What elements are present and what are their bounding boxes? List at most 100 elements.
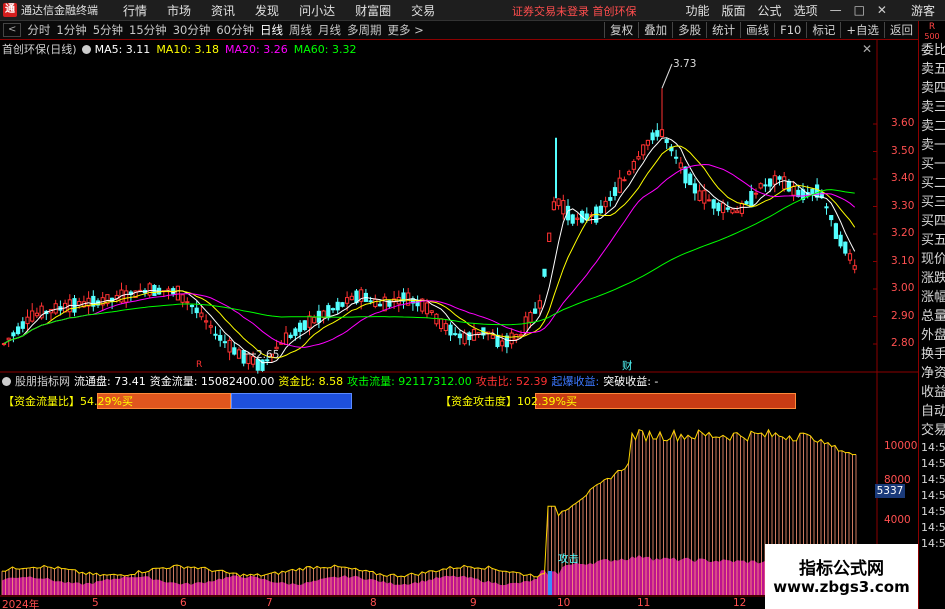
candle-body xyxy=(561,200,566,215)
candle-body xyxy=(312,316,317,324)
kline-chart[interactable] xyxy=(0,0,918,609)
candle-body xyxy=(777,176,782,180)
candle-body xyxy=(222,341,228,344)
candle-body xyxy=(833,223,838,240)
price-axis-label-4: 3.20 xyxy=(891,227,915,239)
candle-body xyxy=(716,202,721,212)
date-label-1: 5 xyxy=(92,597,99,609)
quote-sidebar: R 500 委比 卖五 卖四 卖三 卖二 卖一 买一 买二 买三 买四 买五 现价 涨跌 涨幅 总量 外盘 换手… xyxy=(918,21,945,609)
sidebar-item-1[interactable]: 卖五 xyxy=(919,60,945,79)
candle-body xyxy=(786,180,791,192)
sidebar-item-11[interactable]: 现价 xyxy=(919,250,945,269)
candle-body xyxy=(462,332,467,345)
sidebar-item-15[interactable]: 外盘 xyxy=(919,326,945,345)
candle-body xyxy=(843,241,848,254)
volume-axis-label-0: 10000 xyxy=(884,440,918,452)
watermark-title: 指标公式网 xyxy=(799,559,884,579)
sidebar-item-20[interactable]: 交易 xyxy=(919,421,945,440)
sidebar-item-8[interactable]: 买三 xyxy=(919,193,945,212)
candle-body xyxy=(735,210,740,214)
marker-r: R xyxy=(196,360,203,370)
candle-body xyxy=(838,234,843,247)
candle-body xyxy=(251,356,256,365)
sidebar-item-12[interactable]: 涨跌 xyxy=(919,269,945,288)
candle-body xyxy=(345,297,350,304)
sidebar-item-6[interactable]: 买一 xyxy=(919,155,945,174)
candle-body xyxy=(354,290,359,304)
sidebar-item-17[interactable]: 净资 xyxy=(919,364,945,383)
price-axis-label-2: 3.40 xyxy=(891,172,915,184)
candle-body xyxy=(697,190,702,201)
candle-body xyxy=(791,185,796,196)
sidebar-time-1: 14:56 xyxy=(921,457,945,470)
candle-body xyxy=(782,176,787,190)
attack-marker: 攻击 xyxy=(558,553,579,565)
candle-body xyxy=(768,178,773,187)
candle-body xyxy=(1,343,7,346)
candle-body xyxy=(847,253,853,261)
candle-body xyxy=(650,132,655,141)
sidebar-item-14[interactable]: 总量 xyxy=(919,307,945,326)
ma60-line xyxy=(3,189,855,344)
indicator-legend: 股朋指标网 流通盘: 73.41 资金流量: 15082400.00 资金比: … xyxy=(2,374,662,388)
watermark-url: www.zbgs3.com xyxy=(773,578,910,596)
sidebar-item-9[interactable]: 买四 xyxy=(919,212,945,231)
candle-body xyxy=(368,300,373,303)
sidebar-item-0[interactable]: 委比 xyxy=(919,41,945,60)
date-label-3: 7 xyxy=(266,597,273,609)
candle-body xyxy=(556,198,561,207)
sidebar-time-0: 14:56 xyxy=(921,441,945,454)
candle-body xyxy=(6,337,11,341)
candle-body xyxy=(298,322,303,332)
sidebar-item-16[interactable]: 换手 xyxy=(919,345,945,364)
sidebar-item-13[interactable]: 涨幅 xyxy=(919,288,945,307)
candle-body xyxy=(739,202,744,214)
sidebar-item-10[interactable]: 买五 xyxy=(919,231,945,250)
candle-body xyxy=(674,156,679,159)
sidebar-time-4: 14:56 xyxy=(921,505,945,518)
candle-body xyxy=(124,290,129,303)
candle-body xyxy=(189,304,195,308)
sidebar-r-label: R xyxy=(928,22,936,32)
candle-body xyxy=(570,214,575,224)
candle-body xyxy=(439,318,444,330)
indicator-settings-icon[interactable] xyxy=(2,376,11,386)
candle-body xyxy=(34,312,39,317)
sidebar-items: 委比 卖五 卖四 卖三 卖二 卖一 买一 买二 买三 买四 买五 现价 涨跌 涨幅 总量 外盘 换手 净资 收益 自动… xyxy=(919,41,945,440)
candle-body xyxy=(815,184,820,198)
candle-body xyxy=(711,199,716,209)
price-axis-label-6: 3.00 xyxy=(891,282,915,294)
candle-body xyxy=(603,200,608,208)
candle-body xyxy=(655,130,660,137)
candle-body xyxy=(641,144,646,156)
candle-body xyxy=(721,202,726,214)
date-label-5: 9 xyxy=(470,597,477,609)
watermark: 指标公式网 www.zbgs3.com xyxy=(765,544,918,609)
indicator-name[interactable]: 股朋指标网 xyxy=(15,373,70,389)
candle-body xyxy=(518,334,524,337)
date-label-4: 8 xyxy=(370,597,377,609)
candle-body xyxy=(744,201,749,205)
candle-body xyxy=(293,328,298,336)
sidebar-item-19[interactable]: 自动 xyxy=(919,402,945,421)
sidebar-item-4[interactable]: 卖二 xyxy=(919,117,945,136)
price-axis-label-1: 3.50 xyxy=(891,144,915,157)
candle-body xyxy=(749,191,754,208)
breakout-label: 起爆收益: xyxy=(551,375,600,388)
candle-body xyxy=(208,325,213,328)
sidebar-item-7[interactable]: 买二 xyxy=(919,174,945,193)
candle-body xyxy=(772,175,777,185)
candle-body xyxy=(241,350,246,364)
attack-flow: 攻击流量: 92117312.00 xyxy=(347,375,472,388)
candle-body xyxy=(330,308,336,311)
candle-body xyxy=(429,310,434,313)
candle-body xyxy=(547,232,552,242)
candle-body xyxy=(25,316,30,325)
candle-body xyxy=(349,295,354,301)
sidebar-item-2[interactable]: 卖四 xyxy=(919,79,945,98)
candle-body xyxy=(335,301,340,311)
candle-body xyxy=(227,339,232,353)
sidebar-item-5[interactable]: 卖一 xyxy=(919,136,945,155)
sidebar-item-3[interactable]: 卖三 xyxy=(919,98,945,117)
sidebar-item-18[interactable]: 收益 xyxy=(919,383,945,402)
